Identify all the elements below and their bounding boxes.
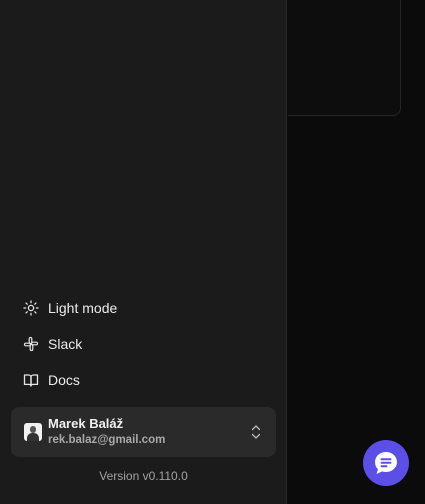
book-icon: [23, 372, 39, 388]
chat-bubble-icon: [373, 450, 399, 476]
user-email: rek.balaz@gmail.com: [48, 434, 166, 446]
sidebar-item-label: Docs: [48, 372, 80, 388]
sidebar-item-label: Slack: [48, 336, 83, 352]
sidebar-item-label: Light mode: [48, 300, 118, 316]
content-panel: [288, 0, 401, 116]
sidebar-item-slack[interactable]: Slack: [14, 330, 274, 358]
sidebar-item-docs[interactable]: Docs: [14, 366, 274, 394]
user-account-switcher[interactable]: Marek Baláž rek.balaz@gmail.com: [11, 407, 276, 457]
user-info: Marek Baláž rek.balaz@gmail.com: [48, 416, 165, 448]
app-root: Light mode Slack Docs Marek Baláž rek.ba…: [0, 0, 425, 504]
sun-icon: [23, 300, 39, 316]
main-content: [288, 0, 425, 504]
chevron-up-down-icon: [249, 423, 263, 441]
user-name: Marek Baláž: [48, 416, 124, 431]
slack-icon: [23, 336, 39, 352]
avatar: [24, 423, 42, 441]
sidebar-item-light-mode[interactable]: Light mode: [14, 294, 274, 322]
version-label: Version v0.110.0: [99, 469, 188, 483]
chat-button[interactable]: [363, 440, 409, 486]
sidebar: Light mode Slack Docs Marek Baláž rek.ba…: [0, 0, 287, 504]
